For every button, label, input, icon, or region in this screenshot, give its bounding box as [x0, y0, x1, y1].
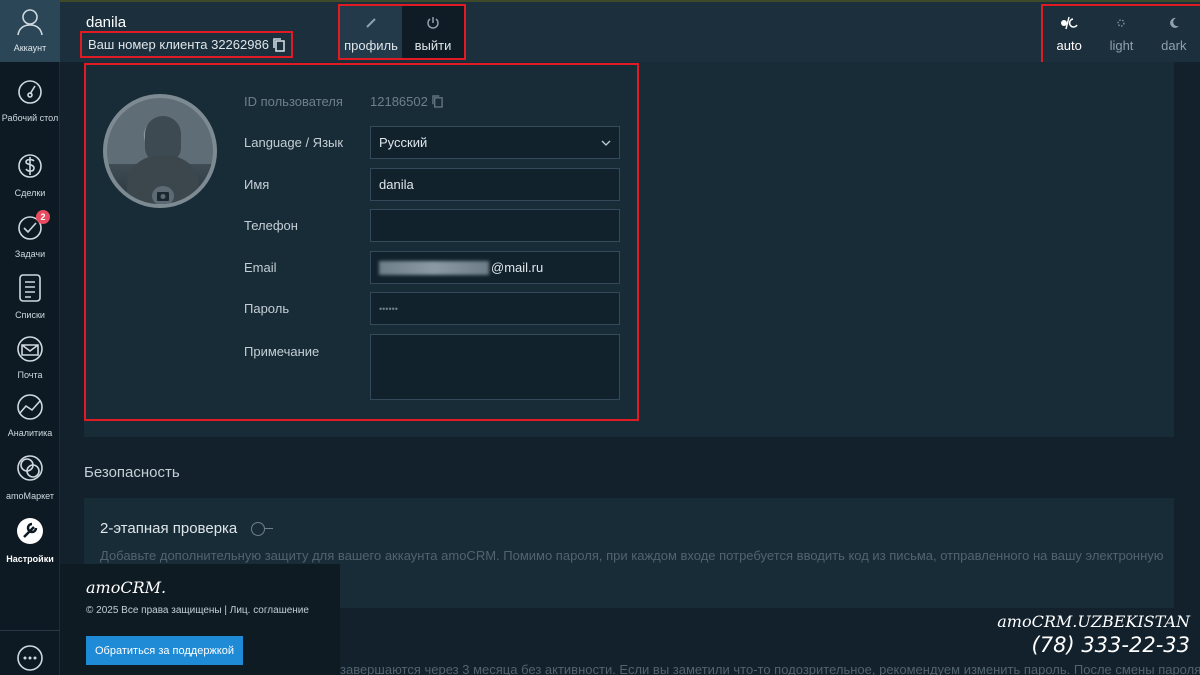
- pencil-icon: [366, 18, 376, 28]
- user-id-text: 12186502: [370, 94, 428, 109]
- user-id-value: 12186502: [370, 94, 443, 109]
- dollar-icon: [18, 154, 42, 178]
- twostep-row: 2-этапная проверка: [100, 520, 274, 537]
- nav-item-dashboard[interactable]: Рабочий стол: [0, 78, 60, 124]
- user-icon: [17, 9, 43, 36]
- amocrm-logo: amoCRM.: [86, 578, 167, 597]
- profile-button-label: профиль: [344, 38, 398, 53]
- dashboard-icon: [18, 80, 42, 104]
- market-icon: [17, 455, 43, 481]
- auto-theme-icon: [1061, 16, 1078, 30]
- twostep-toggle[interactable]: [251, 521, 274, 536]
- chat-icon: [17, 645, 43, 671]
- nav-chat[interactable]: [0, 630, 60, 675]
- client-number-text: Ваш номер клиента 32262986: [88, 37, 269, 52]
- nav-item-label: Задачи: [14, 249, 46, 259]
- nav-item-tasks[interactable]: 2 Задачи: [0, 210, 60, 260]
- nav-item-label: Списки: [15, 310, 45, 320]
- top-bar: danila Ваш номер клиента 32262986 профил…: [60, 0, 1200, 66]
- mail-icon: [17, 336, 43, 362]
- nav-item-label: Аналитика: [7, 428, 53, 438]
- list-icon: [19, 274, 41, 302]
- security-title: Безопасность: [84, 464, 180, 481]
- password-row: Пароль ••••••: [244, 292, 624, 325]
- password-label: Пароль: [244, 301, 290, 316]
- theme-light-label: light: [1109, 38, 1134, 53]
- username: danila: [86, 14, 127, 31]
- chevron-down-icon: [601, 140, 611, 146]
- power-icon: [427, 17, 439, 29]
- profile-button[interactable]: профиль: [340, 6, 402, 58]
- email-row: Email @mail.ru: [244, 251, 624, 284]
- support-button[interactable]: Обратиться за поддержкой: [86, 636, 243, 665]
- language-row: Language / Язык Русский: [244, 126, 624, 159]
- language-label: Language / Язык: [244, 135, 344, 150]
- logout-button[interactable]: выйти: [402, 6, 464, 58]
- phone-label: Телефон: [244, 218, 298, 233]
- twostep-description: Добавьте дополнительную защиту для вашег…: [100, 548, 1164, 563]
- avatar[interactable]: [103, 94, 217, 208]
- watermark-phone: (78) 333-22-33: [1031, 633, 1190, 657]
- theme-dark-label: dark: [1161, 38, 1187, 53]
- user-id-label: ID пользователя: [244, 94, 343, 109]
- sun-icon: [1117, 19, 1126, 27]
- nav-item-lists[interactable]: Списки: [0, 273, 60, 321]
- profile-form: ID пользователя 12186502 Language / Язык…: [84, 63, 639, 421]
- theme-auto[interactable]: auto: [1043, 6, 1095, 64]
- theme-auto-label: auto: [1056, 38, 1082, 53]
- nav-account[interactable]: Аккаунт: [0, 0, 60, 62]
- nav-item-label: Рабочий стол: [1, 113, 59, 123]
- profile-actions: профиль выйти: [338, 4, 466, 60]
- name-field[interactable]: danila: [370, 168, 620, 201]
- watermark: amoCRM.UZBEKISTAN (78) 333-22-33: [997, 612, 1190, 657]
- nav-item-label: Сделки: [14, 188, 46, 198]
- note-field[interactable]: [370, 334, 620, 400]
- theme-switcher: auto light dark: [1041, 4, 1200, 66]
- nav-item-label: Почта: [17, 370, 43, 380]
- settings-icon: [17, 518, 43, 544]
- note-row: Примечание: [244, 334, 624, 400]
- nav-item-mail[interactable]: Почта: [0, 335, 60, 381]
- phone-field[interactable]: [370, 209, 620, 242]
- copy-icon[interactable]: [432, 95, 443, 108]
- twostep-label: 2-этапная проверка: [100, 520, 238, 537]
- name-label: Имя: [244, 177, 270, 192]
- language-select[interactable]: Русский: [370, 126, 620, 159]
- theme-light[interactable]: light: [1095, 6, 1147, 64]
- analytics-icon: [17, 394, 43, 420]
- user-id-row: ID пользователя 12186502: [244, 85, 624, 118]
- nav-item-analytics[interactable]: Аналитика: [0, 393, 60, 439]
- logout-button-label: выйти: [414, 38, 452, 53]
- note-label: Примечание: [244, 344, 320, 359]
- email-domain: @mail.ru: [491, 260, 544, 275]
- email-field[interactable]: @mail.ru: [370, 251, 620, 284]
- nav-item-label: amoМаркет: [6, 491, 54, 501]
- language-value: Русский: [379, 135, 428, 150]
- email-redacted: [379, 260, 489, 275]
- moon-icon: [1169, 17, 1179, 28]
- nav-item-deals[interactable]: Сделки: [0, 149, 60, 199]
- footer: amoCRM. © 2025 Все права защищены | Лиц.…: [60, 564, 340, 675]
- nav-item-label: Настройки: [6, 554, 54, 564]
- left-nav: Аккаунт Рабочий стол Сделки 2 Задачи Спи…: [0, 0, 60, 675]
- copy-icon[interactable]: [273, 37, 285, 52]
- copyright-text[interactable]: © 2025 Все права защищены | Лиц. соглаше…: [86, 605, 309, 616]
- client-number: Ваш номер клиента 32262986: [80, 31, 293, 58]
- theme-dark[interactable]: dark: [1148, 6, 1200, 64]
- nav-item-settings[interactable]: Настройки: [0, 515, 60, 565]
- name-row: Имя danila: [244, 168, 624, 201]
- tasks-badge: 2: [36, 210, 50, 224]
- watermark-brand: amoCRM.UZBEKISTAN: [997, 612, 1190, 631]
- session-text: завершаются через 3 месяца без активност…: [340, 662, 1200, 675]
- nav-item-market[interactable]: amoМаркет: [0, 452, 60, 502]
- nav-account-label: Аккаунт: [13, 43, 47, 53]
- password-field[interactable]: ••••••: [370, 292, 620, 325]
- camera-icon[interactable]: [152, 186, 174, 204]
- email-label: Email: [244, 260, 277, 275]
- phone-row: Телефон: [244, 209, 624, 242]
